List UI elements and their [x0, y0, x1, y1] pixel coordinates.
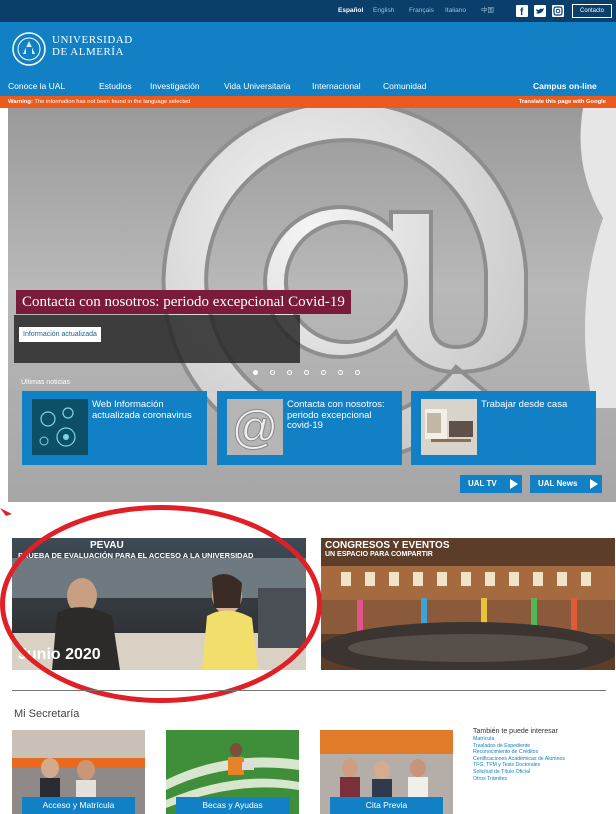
slider-dot[interactable]: [338, 370, 343, 375]
congresos-banner[interactable]: CONGRESOS Y EVENTOS UN ESPACIO PARA COMP…: [321, 538, 615, 670]
ual-news-button[interactable]: UAL News: [530, 475, 602, 493]
news-title[interactable]: Contacta con nosotros: periodo excepcion…: [287, 399, 397, 432]
slider-dot[interactable]: [304, 370, 309, 375]
news-card-trabajar[interactable]: Trabajar desde casa: [411, 391, 596, 465]
slider-dot[interactable]: [253, 370, 258, 375]
section-divider: [12, 690, 606, 691]
warning-label: Warning:: [8, 99, 33, 105]
card-label[interactable]: Cita Previa: [330, 797, 443, 814]
ual-tv-label: UAL TV: [468, 479, 497, 488]
news-card-contacta[interactable]: @ Contacta con nosotros: periodo excepci…: [217, 391, 402, 465]
workspace-photo: [421, 399, 477, 455]
news-title[interactable]: Web Información actualizada coronavirus: [92, 399, 202, 421]
svg-text:f: f: [520, 7, 524, 17]
hero-caption-box: Información actualizada: [14, 315, 300, 363]
warning-message: Warning: The information has not been fo…: [8, 96, 190, 108]
lang-chinese[interactable]: 中国: [481, 0, 494, 22]
facebook-icon[interactable]: f: [516, 5, 528, 17]
play-arrow-icon: [510, 479, 518, 489]
card-label[interactable]: Acceso y Matrícula: [22, 797, 135, 814]
nav-campus-online[interactable]: Campus on-line: [533, 76, 597, 96]
nav-estudios[interactable]: Estudios: [99, 76, 132, 96]
ual-tv-button[interactable]: UAL TV: [460, 475, 522, 493]
link-reconocimiento[interactable]: Reconocimiento de Créditos: [473, 749, 613, 756]
card-acceso-matricula[interactable]: Acceso y Matrícula: [12, 730, 145, 814]
logo-line-1: UNIVERSIDAD: [52, 34, 133, 46]
latest-news-label: Últimas noticias: [21, 379, 71, 386]
ual-news-label: UAL News: [538, 479, 578, 488]
nav-investigacion[interactable]: Investigación: [150, 76, 200, 96]
link-matricula[interactable]: Matrícula: [473, 736, 613, 743]
lang-english[interactable]: English: [373, 0, 394, 22]
hero-title[interactable]: Contacta con nosotros: periodo excepcion…: [16, 290, 351, 314]
logo-line-2: DE ALMERÍA: [52, 46, 124, 58]
link-otros-tramites[interactable]: Otros Trámites: [473, 776, 613, 783]
nav-conoce[interactable]: Conoce la UAL: [8, 76, 65, 96]
related-links: También te puede interesar Matrícula Tra…: [473, 728, 613, 782]
card-becas-ayudas[interactable]: Becas y Ayudas: [166, 730, 299, 814]
hero-slider: Contacta con nosotros: periodo excepcion…: [8, 108, 616, 502]
news-card-coronavirus[interactable]: Web Información actualizada coronavirus: [22, 391, 207, 465]
slider-dot[interactable]: [321, 370, 326, 375]
at-sign-icon: @: [227, 399, 283, 455]
lang-spanish[interactable]: Español: [338, 0, 363, 22]
info-updated-button[interactable]: Información actualizada: [19, 327, 101, 342]
nav-comunidad[interactable]: Comunidad: [383, 76, 426, 96]
coronavirus-icon: [32, 399, 88, 455]
link-certificaciones[interactable]: Certificaciones Académicas de Alumnos: [473, 756, 613, 763]
link-tfg-tfm[interactable]: TFG, TFM y Tesis Doctorales: [473, 762, 613, 769]
nav-internacional[interactable]: Internacional: [312, 76, 361, 96]
congresos-title: CONGRESOS Y EVENTOS: [325, 540, 450, 551]
translate-link[interactable]: Translate this page with Google: [519, 96, 606, 108]
svg-text:@: @: [232, 401, 279, 453]
lang-french[interactable]: Français: [409, 0, 434, 22]
instagram-icon[interactable]: [552, 5, 564, 17]
contact-button[interactable]: Contacto: [572, 4, 612, 18]
top-bar: Español English Français Italiano 中国 f C…: [0, 0, 616, 22]
slider-dot[interactable]: [270, 370, 275, 375]
lang-italian[interactable]: Italiano: [445, 0, 466, 22]
warning-text: The information has not been found in th…: [34, 99, 191, 105]
university-seal-icon[interactable]: [12, 32, 46, 66]
main-nav: Conoce la UAL Estudios Investigación Vid…: [0, 76, 616, 96]
card-cita-previa[interactable]: Cita Previa: [320, 730, 453, 814]
annotation-circle: [0, 505, 322, 703]
link-solicitud-titulo[interactable]: Solicitud de Título Oficial: [473, 769, 613, 776]
link-traslados[interactable]: Traslados de Expediente: [473, 743, 613, 750]
related-links-title: También te puede interesar: [473, 728, 558, 735]
annotation-arrow-icon: [0, 508, 12, 516]
slider-dot[interactable]: [287, 370, 292, 375]
warning-bar: Warning: The information has not been fo…: [0, 96, 616, 108]
slider-dot[interactable]: [355, 370, 360, 375]
background-shape: [580, 108, 616, 408]
nav-vida-universitaria[interactable]: Vida Universitaria: [224, 76, 290, 96]
university-logo-text[interactable]: UNIVERSIDAD DE ALMERÍA: [52, 34, 133, 58]
congresos-subtitle: UN ESPACIO PARA COMPARTIR: [325, 551, 433, 558]
secretaria-title: Mi Secretaría: [14, 708, 80, 720]
card-label[interactable]: Becas y Ayudas: [176, 797, 289, 814]
site-header: UNIVERSIDAD DE ALMERÍA: [0, 22, 616, 76]
news-title[interactable]: Trabajar desde casa: [481, 399, 591, 411]
play-arrow-icon: [590, 479, 598, 489]
twitter-icon[interactable]: [534, 5, 546, 17]
